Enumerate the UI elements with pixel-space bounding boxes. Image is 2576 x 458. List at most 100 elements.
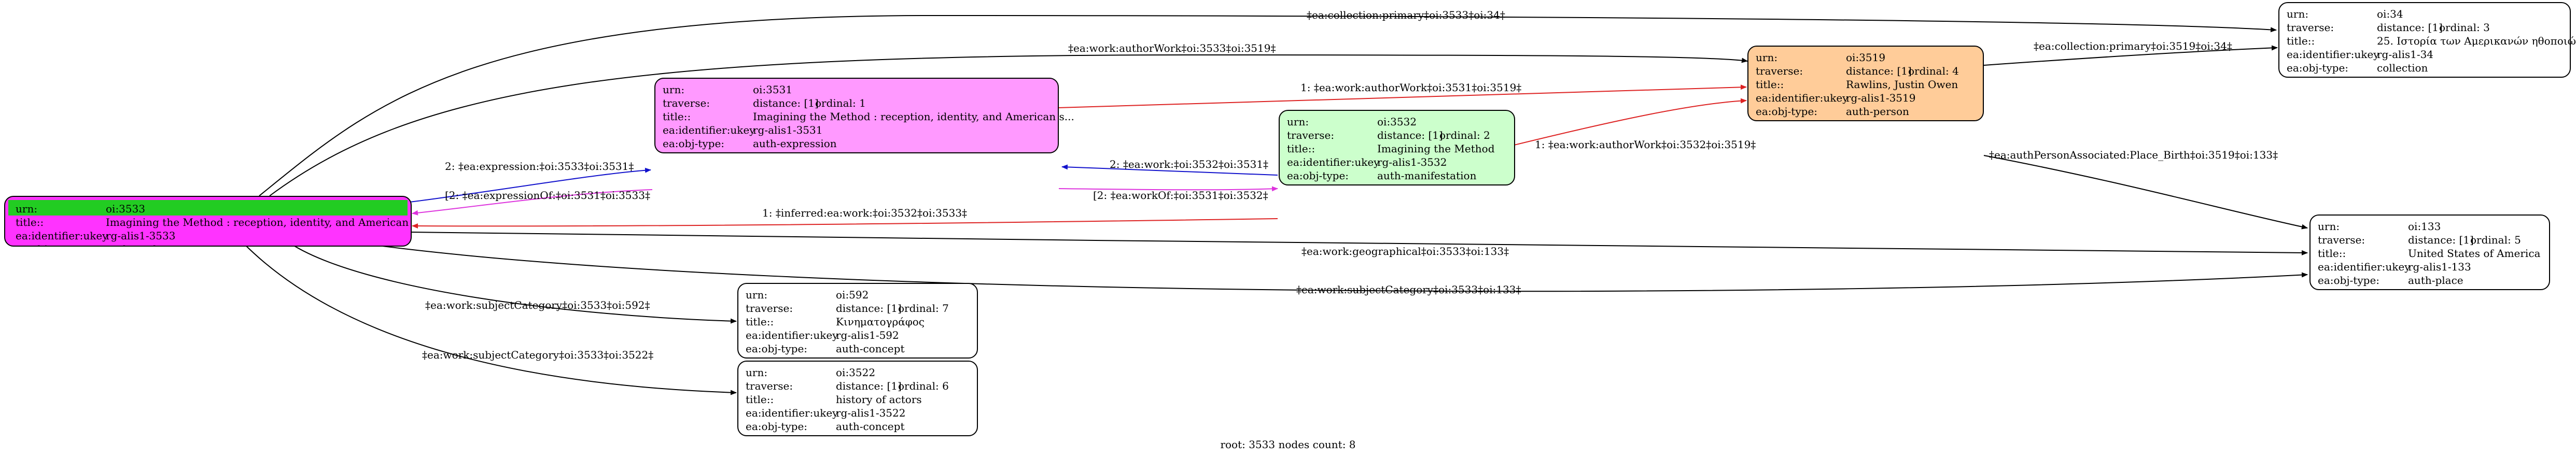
field-value-urn: oi:133 — [2408, 220, 2441, 233]
field-value-urn: oi:3531 — [753, 83, 793, 96]
edge-label: ‡ea:work:subjectCategory‡oi:3533‡oi:133‡ — [1296, 283, 1521, 296]
field-value-distance: distance: [1] — [836, 380, 902, 392]
field-label-traverse: traverse: — [1287, 129, 1335, 141]
field-value-title: history of actors — [836, 393, 922, 406]
field-label-title: title:: — [746, 393, 774, 406]
field-label-ukey: ea:identifier:ukey — [2287, 48, 2379, 61]
field-value-urn: oi:3532 — [1377, 116, 1417, 128]
field-label-traverse: traverse: — [746, 302, 793, 314]
edge-label: ‡ea:work:subjectCategory‡oi:3533‡oi:3522… — [422, 349, 653, 361]
field-label-ukey: ea:identifier:ukey — [746, 407, 838, 419]
field-value-urn: oi:3519 — [1846, 51, 1886, 64]
edge-label: [2: ‡ea:expressionOf:‡oi:3531‡oi:3533‡ — [445, 189, 650, 202]
node-header: urn: oi:3533 — [8, 200, 408, 216]
field-label-objtype: ea:obj-type: — [2318, 274, 2380, 287]
field-value-ordinal: ordinal: 6 — [898, 380, 949, 392]
field-label-objtype: ea:obj-type: — [16, 242, 106, 246]
field-label-urn: urn: — [16, 203, 38, 215]
field-label-ukey: ea:identifier:ukey — [1287, 156, 1380, 168]
field-label-ukey: ea:identifier:ukey — [1756, 92, 1849, 104]
field-label-traverse: traverse: — [746, 380, 793, 392]
field-value-urn: oi:34 — [2377, 8, 2403, 20]
field-value-ukey: rg-alis1-34 — [2377, 48, 2434, 61]
field-value-ordinal: ordinal: 2 — [1439, 129, 1490, 141]
field-value-objtype: auth-expression — [753, 137, 837, 150]
field-value-urn: oi:3522 — [836, 366, 876, 379]
field-value-objtype: auth-place — [2408, 274, 2463, 287]
field-label-objtype: ea:obj-type: — [746, 342, 808, 355]
field-label-traverse: traverse: — [2318, 234, 2365, 246]
node-34[interactable]: urn: oi:34 traverse: distance: [1]ordinal:… — [2278, 2, 2576, 78]
field-label-traverse: traverse: — [663, 97, 710, 109]
field-label-ukey: ea:identifier:ukey — [2318, 261, 2411, 273]
edge-label: 2: ‡ea:expression:‡oi:3533‡oi:3531‡ — [445, 160, 634, 173]
field-value-objtype: auth-concept — [836, 420, 905, 433]
edge-3519-birthplace-133 — [1983, 155, 2308, 230]
field-value-objtype: auth-concept — [836, 342, 905, 355]
node-3531[interactable]: urn: oi:3531 traverse: distance: [1]ordina… — [654, 78, 1074, 153]
edge-3532-inferred-3533 — [412, 218, 1278, 229]
field-value-ukey: rg-alis1-133 — [2408, 261, 2471, 273]
field-label-urn: urn: — [746, 366, 768, 379]
field-label-urn: urn: — [746, 289, 768, 301]
field-label-ukey: ea:identifier:ukey — [663, 124, 755, 136]
field-label-urn: urn: — [663, 83, 685, 96]
field-value-ukey: rg-alis1-3531 — [753, 124, 823, 136]
node-3519[interactable]: urn: oi:3519 traverse: distance: [1]ordina… — [1747, 46, 1984, 121]
field-value-distance: distance: [1] — [1377, 129, 1443, 141]
node-592[interactable]: urn: oi:592 traverse: distance: [1]ordinal… — [737, 283, 978, 359]
field-label-title: title:: — [1756, 78, 1784, 91]
field-label-objtype: ea:obj-type: — [1756, 105, 1818, 118]
edge-label: 1: ‡ea:work:authorWork‡oi:3532‡oi:3519‡ — [1535, 138, 1756, 151]
field-label-title: title:: — [2287, 35, 2315, 47]
edge-label: [2: ‡ea:workOf:‡oi:3531‡oi:3532‡ — [1093, 189, 1268, 202]
field-label-ukey: ea:identifier:ukey — [16, 230, 108, 242]
edge-label: ‡ea:collection:primary‡oi:3519‡oi:34‡ — [2034, 40, 2232, 52]
field-value-distance: distance: [1] — [2408, 234, 2474, 246]
field-label-objtype: ea:obj-type: — [1287, 169, 1349, 182]
field-value-title: 25. Ιστορία των Αμερικανών ηθοποιών — [2377, 35, 2576, 47]
edge-label: ‡ea:work:subjectCategory‡oi:3533‡oi:592‡ — [425, 299, 650, 311]
edge-label: 1: ‡ea:work:authorWork‡oi:3531‡oi:3519‡ — [1300, 81, 1521, 94]
field-value-objtype: collection — [2377, 62, 2428, 74]
field-value-ukey: rg-alis1-592 — [836, 329, 899, 341]
field-label-urn: urn: — [2318, 220, 2340, 233]
field-value-ordinal: ordinal: 5 — [2470, 234, 2521, 246]
field-value-objtype: auth-manifestation — [1377, 169, 1477, 182]
edge-label: 1: ‡inferred:ea:work:‡oi:3532‡oi:3533‡ — [762, 207, 967, 219]
field-label-traverse: traverse: — [2287, 21, 2334, 34]
field-value-ukey: rg-alis1-3519 — [1846, 92, 1916, 104]
graph-caption: root: 3533 nodes count: 8 — [1220, 438, 1356, 451]
node-3533[interactable]: urn: oi:3533 title:: Imagining the Method… — [4, 196, 412, 247]
field-value-ukey: rg-alis1-3532 — [1377, 156, 1447, 168]
field-value-ordinal: ordinal: 4 — [1908, 65, 1959, 77]
field-label-title: title:: — [16, 216, 44, 228]
field-value-title: Imagining the Method : reception, identi… — [106, 216, 412, 228]
field-label-objtype: ea:obj-type: — [663, 137, 725, 150]
edge-label: ‡ea:work:geographical‡oi:3533‡oi:133‡ — [1301, 245, 1509, 257]
node-133[interactable]: urn: oi:133 traverse: distance: [1]ordinal… — [2309, 214, 2550, 290]
field-value-objtype: auth-work — [106, 242, 159, 246]
field-value-ukey: rg-alis1-3522 — [836, 407, 906, 419]
edge-label: ‡ea:work:authorWork‡oi:3533‡oi:3519‡ — [1068, 42, 1276, 54]
field-value-title: Κινηματογράφος — [836, 316, 925, 328]
field-value-distance: distance: [1] — [753, 97, 819, 109]
field-value-ukey: rg-alis1-3533 — [106, 230, 176, 242]
edge-label: 2: ‡ea:work:‡oi:3532‡oi:3531‡ — [1110, 158, 1268, 170]
field-value-urn: oi:3533 — [106, 203, 146, 215]
edge-label: ‡ea:collection:primary‡oi:3533‡oi:34‡ — [1307, 9, 1505, 21]
node-3522[interactable]: urn: oi:3522 traverse: distance: [1]ordina… — [737, 361, 978, 436]
field-value-title: Imagining the Method — [1377, 142, 1495, 155]
field-label-title: title:: — [746, 316, 774, 328]
field-value-distance: distance: [1] — [2377, 21, 2443, 34]
field-value-title: United States of America — [2408, 247, 2541, 260]
field-value-distance: distance: [1] — [836, 302, 902, 314]
field-value-objtype: auth-person — [1846, 105, 1909, 118]
node-3532[interactable]: urn: oi:3532 traverse: distance: [1]ordina… — [1279, 110, 1515, 185]
field-label-objtype: ea:obj-type: — [2287, 62, 2349, 74]
field-value-ordinal: ordinal: 7 — [898, 302, 949, 314]
field-label-traverse: traverse: — [1756, 65, 1803, 77]
field-label-urn: urn: — [1756, 51, 1778, 64]
field-label-title: title:: — [663, 110, 691, 123]
field-value-distance: distance: [1] — [1846, 65, 1912, 77]
